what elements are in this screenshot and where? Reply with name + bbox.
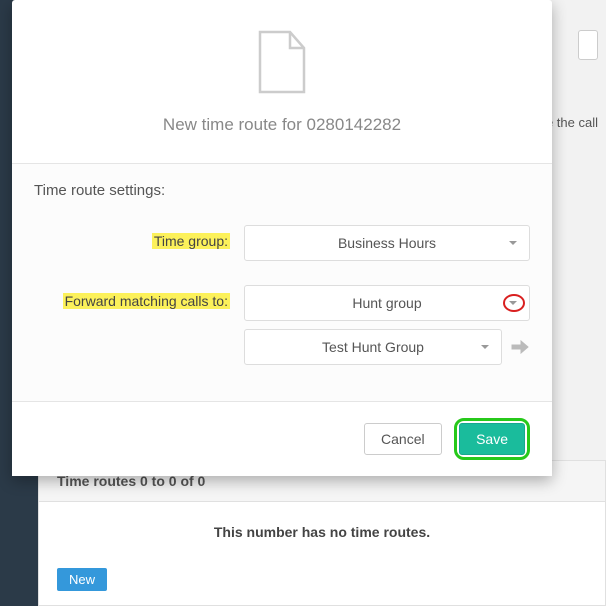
new-time-route-button[interactable]: New — [57, 568, 107, 591]
forward-label-col: Forward matching calls to: — [34, 285, 244, 309]
forward-type-value: Hunt group — [352, 295, 421, 311]
chevron-down-icon — [509, 301, 517, 305]
time-group-select[interactable]: Business Hours — [244, 225, 530, 261]
annotation-save-highlight: Save — [454, 418, 530, 460]
document-icon — [254, 30, 310, 101]
save-button[interactable]: Save — [459, 423, 525, 455]
modal-footer: Cancel Save — [12, 401, 552, 476]
forward-target-value: Test Hunt Group — [322, 339, 424, 355]
section-heading: Time route settings: — [34, 182, 530, 199]
time-group-value: Business Hours — [338, 235, 436, 251]
time-group-label-col: Time group: — [34, 225, 244, 249]
cancel-button[interactable]: Cancel — [364, 423, 442, 455]
forward-target-select[interactable]: Test Hunt Group — [244, 329, 502, 365]
new-time-route-modal: New time route for 0280142282 Time route… — [12, 0, 552, 476]
forward-type-select[interactable]: Hunt group — [244, 285, 530, 321]
modal-header: New time route for 0280142282 — [12, 0, 552, 163]
modal-title: New time route for 0280142282 — [32, 115, 532, 135]
chevron-down-icon — [481, 345, 489, 349]
time-routes-empty-message: This number has no time routes. — [39, 502, 605, 562]
bg-dropdown-partial[interactable] — [578, 30, 598, 60]
modal-body: Time route settings: Time group: Busines… — [12, 163, 552, 401]
go-to-target-button[interactable] — [510, 337, 530, 357]
forward-row: Forward matching calls to: Hunt group Te… — [34, 285, 530, 365]
time-group-label: Time group: — [152, 233, 230, 249]
arrow-right-icon — [511, 340, 529, 354]
forward-label: Forward matching calls to: — [63, 293, 230, 309]
time-routes-card: Time routes 0 to 0 of 0 This number has … — [38, 460, 606, 606]
chevron-down-icon — [509, 241, 517, 245]
time-group-row: Time group: Business Hours — [34, 225, 530, 261]
